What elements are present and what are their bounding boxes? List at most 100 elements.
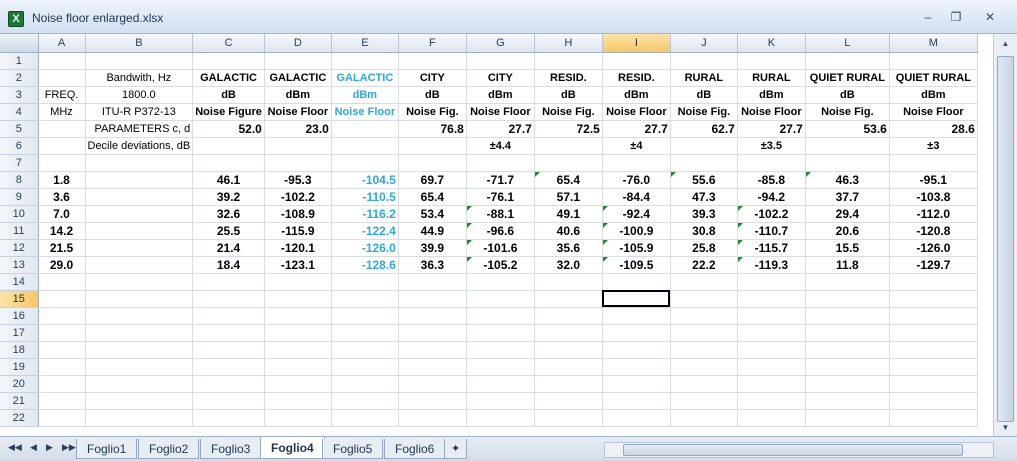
cell-m9[interactable]: -103.8 bbox=[889, 188, 978, 206]
cell-i18[interactable] bbox=[602, 341, 671, 359]
cell-i10[interactable]: -92.4 bbox=[602, 205, 671, 223]
sheet-tab-foglio1[interactable]: Foglio1 bbox=[76, 439, 138, 459]
horizontal-scroll-thumb[interactable] bbox=[623, 444, 963, 456]
cell-j4[interactable]: Noise Fig. bbox=[670, 103, 738, 121]
cell-c8[interactable]: 46.1 bbox=[192, 171, 265, 189]
cell-h5[interactable]: 72.5 bbox=[534, 120, 603, 138]
cell-a9[interactable]: 3.6 bbox=[38, 188, 86, 206]
cell-l17[interactable] bbox=[805, 324, 890, 342]
cell-f19[interactable] bbox=[398, 358, 467, 376]
cell-j13[interactable]: 22.2 bbox=[670, 256, 738, 274]
vertical-scrollbar[interactable]: ▲ ▼ bbox=[993, 34, 1017, 436]
row-header-13[interactable]: 13 bbox=[0, 256, 39, 274]
cell-i6[interactable]: ±4 bbox=[602, 137, 671, 155]
cell-f11[interactable]: 44.9 bbox=[398, 222, 467, 240]
cell-f9[interactable]: 65.4 bbox=[398, 188, 467, 206]
row-header-6[interactable]: 6 bbox=[0, 137, 39, 155]
cell-b13[interactable] bbox=[85, 256, 194, 274]
row-header-1[interactable]: 1 bbox=[0, 52, 39, 70]
cell-d7[interactable] bbox=[264, 154, 332, 172]
cell-m5[interactable]: 28.6 bbox=[889, 120, 978, 138]
cell-m6[interactable]: ±3 bbox=[889, 137, 978, 155]
cell-h7[interactable] bbox=[534, 154, 603, 172]
cell-m19[interactable] bbox=[889, 358, 978, 376]
vertical-scroll-thumb[interactable] bbox=[997, 56, 1014, 422]
cell-i21[interactable] bbox=[602, 392, 671, 410]
cell-e3[interactable]: dBm bbox=[331, 86, 399, 104]
cell-h14[interactable] bbox=[534, 273, 603, 291]
cell-c19[interactable] bbox=[192, 358, 265, 376]
cell-a5[interactable] bbox=[38, 120, 86, 138]
cell-e15[interactable] bbox=[331, 290, 399, 308]
cell-e19[interactable] bbox=[331, 358, 399, 376]
cell-b21[interactable] bbox=[85, 392, 194, 410]
cell-m14[interactable] bbox=[889, 273, 978, 291]
row-header-10[interactable]: 10 bbox=[0, 205, 39, 223]
cell-g18[interactable] bbox=[466, 341, 535, 359]
cell-b20[interactable] bbox=[85, 375, 194, 393]
cell-l16[interactable] bbox=[805, 307, 890, 325]
cell-g8[interactable]: -71.7 bbox=[466, 171, 535, 189]
cell-a19[interactable] bbox=[38, 358, 86, 376]
cell-e6[interactable] bbox=[331, 137, 399, 155]
cell-c9[interactable]: 39.2 bbox=[192, 188, 265, 206]
cell-f8[interactable]: 69.7 bbox=[398, 171, 467, 189]
cell-d19[interactable] bbox=[264, 358, 332, 376]
cell-g10[interactable]: -88.1 bbox=[466, 205, 535, 223]
cell-d3[interactable]: dBm bbox=[264, 86, 332, 104]
cell-h2[interactable]: RESID. bbox=[534, 69, 603, 87]
cell-l9[interactable]: 37.7 bbox=[805, 188, 890, 206]
row-header-7[interactable]: 7 bbox=[0, 154, 39, 172]
cell-j7[interactable] bbox=[670, 154, 738, 172]
cell-a17[interactable] bbox=[38, 324, 86, 342]
cell-g20[interactable] bbox=[466, 375, 535, 393]
cell-e2[interactable]: GALACTIC bbox=[331, 69, 399, 87]
cell-d10[interactable]: -108.9 bbox=[264, 205, 332, 223]
cell-b22[interactable] bbox=[85, 409, 194, 427]
restore-button[interactable]: ❐ bbox=[945, 8, 967, 26]
cell-d2[interactable]: GALACTIC bbox=[264, 69, 332, 87]
cell-d16[interactable] bbox=[264, 307, 332, 325]
cell-c16[interactable] bbox=[192, 307, 265, 325]
cell-l13[interactable]: 11.8 bbox=[805, 256, 890, 274]
cell-k10[interactable]: -102.2 bbox=[737, 205, 806, 223]
cell-f21[interactable] bbox=[398, 392, 467, 410]
cell-i5[interactable]: 27.7 bbox=[602, 120, 671, 138]
cell-c3[interactable]: dB bbox=[192, 86, 265, 104]
cell-a15[interactable] bbox=[38, 290, 86, 308]
cell-c15[interactable] bbox=[192, 290, 265, 308]
cell-k17[interactable] bbox=[737, 324, 806, 342]
cell-c13[interactable]: 18.4 bbox=[192, 256, 265, 274]
cell-e5[interactable] bbox=[331, 120, 399, 138]
column-header-d[interactable]: D bbox=[264, 34, 332, 53]
cell-g3[interactable]: dBm bbox=[466, 86, 535, 104]
cell-e22[interactable] bbox=[331, 409, 399, 427]
cell-c18[interactable] bbox=[192, 341, 265, 359]
column-header-c[interactable]: C bbox=[192, 34, 265, 53]
cell-a14[interactable] bbox=[38, 273, 86, 291]
cell-l19[interactable] bbox=[805, 358, 890, 376]
cell-j3[interactable]: dB bbox=[670, 86, 738, 104]
cell-k11[interactable]: -110.7 bbox=[737, 222, 806, 240]
cell-l14[interactable] bbox=[805, 273, 890, 291]
row-header-19[interactable]: 19 bbox=[0, 358, 39, 376]
cell-c21[interactable] bbox=[192, 392, 265, 410]
cell-m16[interactable] bbox=[889, 307, 978, 325]
cell-c20[interactable] bbox=[192, 375, 265, 393]
cell-b18[interactable] bbox=[85, 341, 194, 359]
cell-m22[interactable] bbox=[889, 409, 978, 427]
cell-m4[interactable]: Noise Floor bbox=[889, 103, 978, 121]
cell-g12[interactable]: -101.6 bbox=[466, 239, 535, 257]
cell-b7[interactable] bbox=[85, 154, 194, 172]
cell-d9[interactable]: -102.2 bbox=[264, 188, 332, 206]
cell-j18[interactable] bbox=[670, 341, 738, 359]
cell-k14[interactable] bbox=[737, 273, 806, 291]
cell-j15[interactable] bbox=[670, 290, 738, 308]
cell-b12[interactable] bbox=[85, 239, 194, 257]
cell-i17[interactable] bbox=[602, 324, 671, 342]
row-header-18[interactable]: 18 bbox=[0, 341, 39, 359]
cell-a6[interactable] bbox=[38, 137, 86, 155]
cell-e14[interactable] bbox=[331, 273, 399, 291]
cell-k7[interactable] bbox=[737, 154, 806, 172]
cell-j17[interactable] bbox=[670, 324, 738, 342]
